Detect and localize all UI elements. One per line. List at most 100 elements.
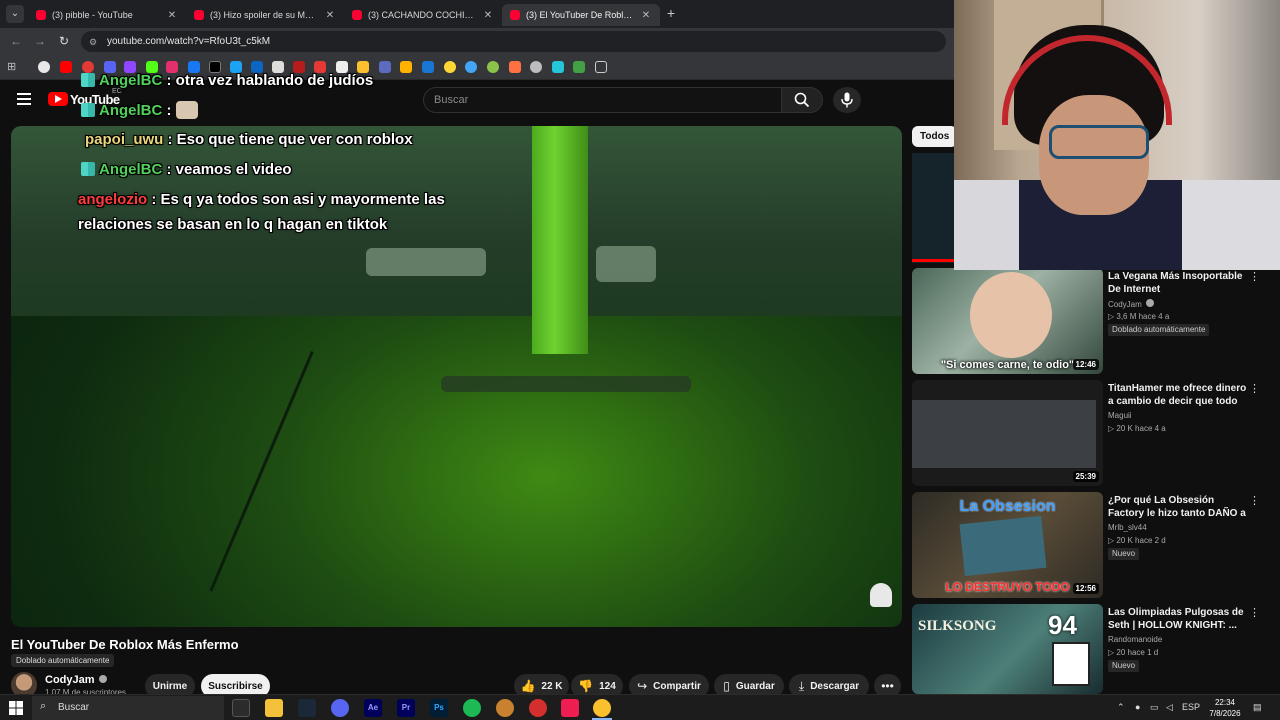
chat-username: AngelBC: [99, 72, 163, 89]
thumbnail-caption: 94: [1048, 610, 1077, 640]
channel-name-text: CodyJam: [45, 674, 95, 686]
close-tab-icon[interactable]: ✕: [324, 10, 336, 21]
bookmark-icon[interactable]: [444, 61, 456, 73]
menu-icon[interactable]: [17, 93, 31, 105]
download-icon: ⤓: [798, 678, 805, 693]
bookmark-icon[interactable]: [552, 61, 564, 73]
back-arrow-icon[interactable]: ←: [9, 34, 23, 48]
recommendation-item[interactable]: La Obsesion LO DESTRUYO TODO 12:56 ¿Por …: [912, 492, 1272, 600]
spotify-icon[interactable]: [463, 699, 481, 717]
video-frame-pillar: [532, 126, 588, 354]
screen: ⌄ (3) pibble - YouTube ✕ (3) Hizo spoile…: [0, 0, 1280, 720]
recommendation-channel[interactable]: Maguii: [1108, 411, 1132, 420]
apps-grid-icon[interactable]: ⊞: [7, 61, 19, 73]
forward-arrow-icon[interactable]: →: [33, 34, 47, 48]
bookmark-icon[interactable]: [573, 61, 585, 73]
site-info-icon[interactable]: ⚙: [89, 37, 99, 47]
chat-message: angelozio : Es q ya todos son asi y mayo…: [78, 191, 445, 208]
close-tab-icon[interactable]: ✕: [166, 10, 178, 21]
thumbnail-character: [1052, 642, 1090, 686]
filter-chip-all[interactable]: Todos: [912, 126, 958, 147]
video-duration: 25:39: [1072, 471, 1099, 482]
bookmark-icon[interactable]: [465, 61, 477, 73]
save-label: Guardar: [735, 680, 775, 692]
more-vertical-icon[interactable]: ⋮: [1249, 606, 1260, 619]
recommendation-channel[interactable]: Randomanoide: [1108, 635, 1162, 644]
recommendation-item[interactable]: SILKSONG 94 Las Olimpiadas Pulgosas de S…: [912, 604, 1272, 694]
chat-text: : veamos el video: [166, 161, 292, 178]
clock-date: 7/8/2026: [1209, 709, 1241, 718]
obs-icon[interactable]: [529, 699, 547, 717]
after-effects-icon[interactable]: Ae: [364, 699, 382, 717]
address-bar[interactable]: ⚙ youtube.com/watch?v=RfoU3t_c5kM: [81, 31, 946, 52]
watch-progress-bar: [912, 259, 954, 262]
browser-tab-active[interactable]: (3) El YouTuber De Roblox Más ✕: [502, 4, 660, 26]
close-tab-icon[interactable]: ✕: [482, 10, 494, 21]
recommendation-channel[interactable]: CodyJam: [1108, 299, 1154, 309]
microphone-tray-icon[interactable]: ●: [1135, 702, 1140, 712]
app-icon[interactable]: [496, 699, 514, 717]
bookmark-icon[interactable]: [530, 61, 542, 73]
network-icon[interactable]: ▭: [1150, 702, 1159, 713]
clock[interactable]: 22:34 7/8/2026: [1205, 697, 1245, 719]
verified-icon: [1145, 299, 1154, 307]
search-input[interactable]: Buscar: [423, 87, 782, 113]
reload-icon[interactable]: ↻: [57, 34, 71, 48]
download-label: Descargar: [810, 680, 860, 692]
browser-tab[interactable]: (3) pibble - YouTube ✕: [28, 4, 186, 26]
search-button[interactable]: [781, 87, 823, 113]
bookmark-icon[interactable]: [379, 61, 391, 73]
thumbnail-object: [959, 515, 1047, 577]
more-vertical-icon[interactable]: ⋮: [1249, 270, 1260, 283]
browser-tab[interactable]: (3) CACHANDO COCHINOS, #h ✕: [344, 4, 502, 26]
tiktok-icon[interactable]: [561, 699, 579, 717]
chat-text: : Eso que tiene que ver con roblox: [167, 131, 413, 148]
bookmark-icon[interactable]: [422, 61, 434, 73]
bookmark-icon[interactable]: [400, 61, 412, 73]
recommendation-thumbnail[interactable]: 25:39: [912, 380, 1103, 486]
channel-name[interactable]: CodyJam: [45, 674, 107, 686]
chat-badge-icon: [81, 162, 95, 176]
new-tab-button[interactable]: +: [663, 5, 679, 21]
thumbnail-caption: La Obsesion: [959, 498, 1056, 515]
windows-start-icon[interactable]: [9, 701, 23, 715]
more-vertical-icon[interactable]: ⋮: [1249, 382, 1260, 395]
bookmark-icon[interactable]: [487, 61, 499, 73]
recommendation-title[interactable]: Las Olimpiadas Pulgosas de Seth | HOLLOW…: [1108, 606, 1248, 632]
tab-search-button[interactable]: ⌄: [6, 5, 24, 23]
voice-search-button[interactable]: [833, 87, 861, 113]
recommendation-title[interactable]: TitanHamer me ofrece dinero a cambio de …: [1108, 382, 1248, 408]
recommendation-title[interactable]: ¿Por qué La Obsesión Factory le hizo tan…: [1108, 494, 1248, 520]
chrome-icon[interactable]: [593, 699, 611, 717]
recommendation-thumbnail[interactable]: [912, 153, 954, 263]
tray-chevron-icon[interactable]: ⌃: [1117, 702, 1125, 713]
recommendation-item[interactable]: "Si comes carne, te odio" 12:46 La Vegan…: [912, 268, 1272, 376]
folder-icon[interactable]: [595, 61, 607, 73]
close-tab-icon[interactable]: ✕: [640, 10, 652, 21]
task-view-icon[interactable]: [232, 699, 250, 717]
bookmark-icon[interactable]: [509, 61, 521, 73]
recommendation-channel[interactable]: Mrlb_slv44: [1108, 523, 1147, 532]
youtube-bookmark-icon[interactable]: [60, 61, 72, 73]
recommendation-channel-text: CodyJam: [1108, 300, 1142, 309]
dislike-count: 124: [599, 680, 616, 692]
notification-icon[interactable]: ▤: [1253, 702, 1262, 713]
photoshop-icon[interactable]: Ps: [430, 699, 448, 717]
recommendation-thumbnail[interactable]: La Obsesion LO DESTRUYO TODO 12:56: [912, 492, 1103, 598]
recommendation-item[interactable]: 25:39 TitanHamer me ofrece dinero a camb…: [912, 380, 1272, 488]
browser-tab[interactable]: (3) Hizo spoiler de su MU3RTE ✕: [186, 4, 344, 26]
discord-icon[interactable]: [331, 699, 349, 717]
file-explorer-icon[interactable]: [265, 699, 283, 717]
youtube-logo-icon[interactable]: [48, 92, 68, 106]
volume-icon[interactable]: ◁: [1166, 702, 1173, 713]
google-bookmark-icon[interactable]: [38, 61, 50, 73]
recommendation-thumbnail[interactable]: SILKSONG 94: [912, 604, 1103, 694]
recommendation-stats: ▷ 20 hace 1 d: [1108, 648, 1158, 657]
steam-icon[interactable]: [298, 699, 316, 717]
recommendation-title[interactable]: La Vegana Más Insoportable De Internet: [1108, 270, 1248, 296]
premiere-icon[interactable]: Pr: [397, 699, 415, 717]
more-vertical-icon[interactable]: ⋮: [1249, 494, 1260, 507]
language-indicator[interactable]: ESP: [1182, 702, 1200, 712]
recommendation-thumbnail[interactable]: "Si comes carne, te odio" 12:46: [912, 268, 1103, 374]
taskbar-search-input[interactable]: ⌕ Buscar: [32, 696, 224, 720]
